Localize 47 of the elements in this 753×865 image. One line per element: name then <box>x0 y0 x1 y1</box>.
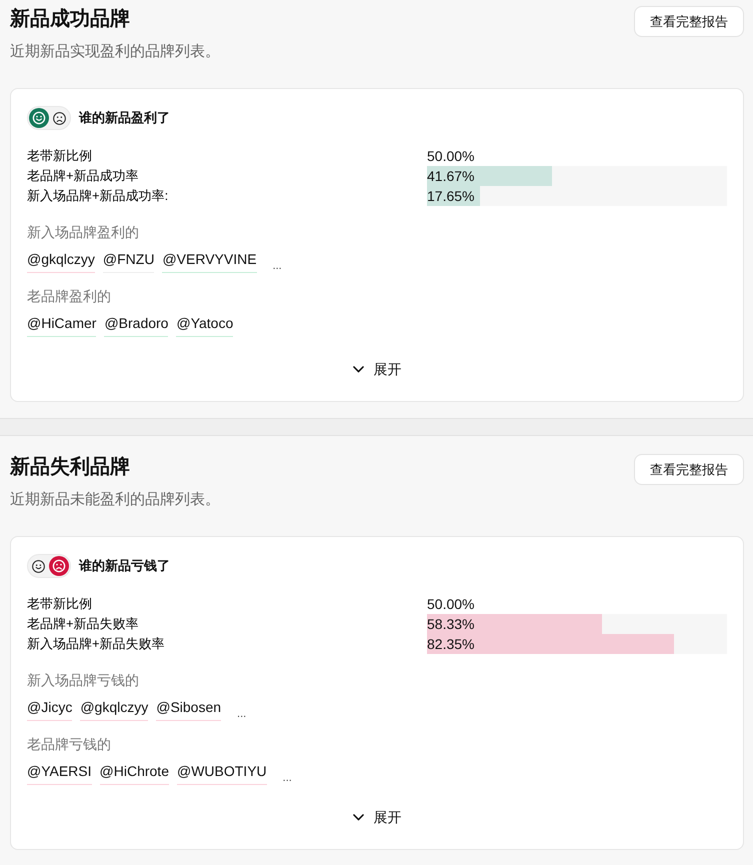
face-toggle[interactable] <box>27 106 71 130</box>
brand-tag[interactable]: @WUBOTIYU <box>176 761 267 785</box>
brand-tag[interactable]: @Yatoco <box>176 313 234 337</box>
metric-value: 50.00% <box>427 596 474 612</box>
expand-button[interactable]: 展开 <box>352 359 402 379</box>
brand-tag[interactable]: @gkqlczyy <box>27 249 95 273</box>
card-heading: 谁的新品盈利了 <box>79 109 170 127</box>
more-link[interactable]: ... <box>272 260 282 273</box>
section-subtitle: 近期新品未能盈利的品牌列表。 <box>10 490 220 510</box>
brand-tag[interactable]: @gkqlczyy <box>80 697 148 721</box>
section-title: 新品成功品牌 <box>10 6 131 32</box>
report-button[interactable]: 查看完整报告 <box>634 454 744 485</box>
metric-value: 58.33% <box>427 616 474 632</box>
more-link[interactable]: ... <box>237 708 246 721</box>
expand-button[interactable]: 展开 <box>352 807 402 827</box>
smile-icon[interactable] <box>32 560 45 572</box>
metric-value: 17.65% <box>427 188 474 204</box>
brand-tag[interactable]: @FNZU <box>102 249 154 273</box>
brand-tag[interactable]: @YAERSI <box>27 761 92 785</box>
brand-tag[interactable]: @HiChrote <box>100 761 169 785</box>
brand-tag[interactable]: @Bradoro <box>104 313 168 337</box>
group-label: 新入场品牌盈利的 <box>27 223 140 242</box>
group-label: 新入场品牌亏钱的 <box>27 671 140 690</box>
chevron-down-icon <box>352 814 364 820</box>
metric-label: 新入场品牌+新品失败率 <box>27 635 166 653</box>
section-subtitle: 近期新品实现盈利的品牌列表。 <box>10 42 220 62</box>
metric-label: 新入场品牌+新品成功率: <box>27 187 170 205</box>
frown-icon[interactable] <box>53 112 66 124</box>
metric-label: 老品牌+新品成功率 <box>27 167 140 185</box>
brand-tag[interactable]: @VERVYVINE <box>162 249 257 273</box>
report-button[interactable]: 查看完整报告 <box>634 6 744 37</box>
metric-value: 41.67% <box>427 168 474 184</box>
brand-tag[interactable]: @Jicyc <box>27 697 72 721</box>
group-label: 老品牌亏钱的 <box>27 735 112 754</box>
face-toggle[interactable] <box>27 554 71 578</box>
brand-tag[interactable]: @Sibosen <box>156 697 222 721</box>
metric-value: 50.00% <box>427 148 474 164</box>
more-link[interactable]: ... <box>282 772 292 785</box>
metric-label: 老带新比例 <box>27 595 93 613</box>
metric-label: 老带新比例 <box>27 147 93 165</box>
card-heading: 谁的新品亏钱了 <box>79 557 170 575</box>
metric-label: 老品牌+新品失败率 <box>27 615 140 633</box>
section-title: 新品失利品牌 <box>10 454 131 480</box>
brand-tag[interactable]: @HiCamer <box>27 313 96 337</box>
chevron-down-icon <box>352 366 364 372</box>
group-label: 老品牌盈利的 <box>27 287 112 306</box>
metric-value: 82.35% <box>427 636 474 652</box>
